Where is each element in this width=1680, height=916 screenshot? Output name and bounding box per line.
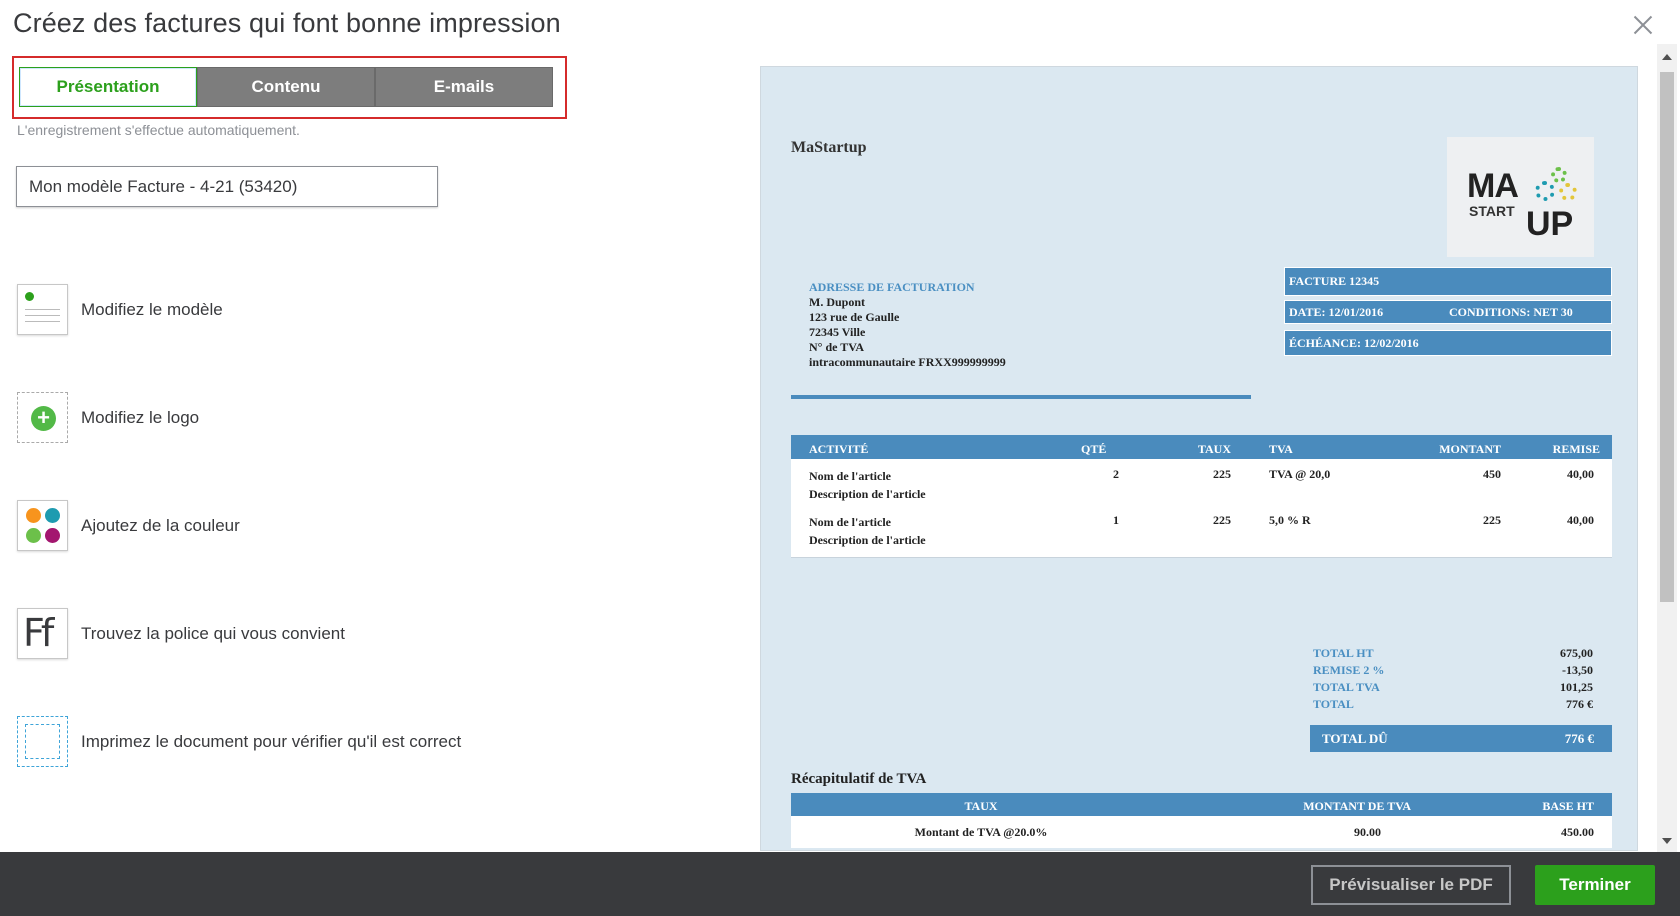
column-header: MONTANT	[1361, 435, 1501, 459]
autosave-note: L'enregistrement s'effectue automatiquem…	[17, 122, 300, 138]
tab-bar: Présentation Contenu E-mails	[19, 67, 553, 107]
gear-icon	[1551, 167, 1567, 183]
item-description: Description de l'article	[809, 533, 926, 547]
column-header: MONTANT DE TVA	[1171, 793, 1411, 816]
billing-heading: ADRESSE DE FACTURATION	[809, 280, 975, 294]
template-icon	[17, 284, 68, 335]
invoice-terms: CONDITIONS: NET 30	[1449, 304, 1573, 319]
table-header-row: ACTIVITÉ QTÉ TAUX TVA MONTANT REMISE	[791, 435, 1612, 459]
column-header: TVA	[1231, 435, 1361, 459]
color-palette-icon	[17, 500, 68, 551]
item-vat: 5,0 % R	[1231, 509, 1361, 558]
billing-vat-number: intracommunautaire FRXX999999999	[809, 355, 1006, 369]
logo-text-ma: MA	[1467, 167, 1519, 205]
total: TOTAL 776 €	[1313, 697, 1593, 711]
add-logo-icon: +	[17, 392, 68, 443]
billing-vat-label: N° de TVA	[809, 340, 865, 354]
preview-scrollbar[interactable]	[1657, 44, 1677, 852]
table-row: Montant de TVA @20.0% 90.00 450.00	[791, 816, 1612, 848]
column-header: BASE HT	[1411, 793, 1612, 816]
print-check-icon	[17, 716, 68, 767]
scroll-thumb[interactable]	[1660, 72, 1674, 602]
invoice-number-bar: FACTURE 12345	[1284, 267, 1612, 296]
logo-text-up: UP	[1526, 205, 1574, 243]
vat-recap-title: Récapitulatif de TVA	[791, 771, 927, 787]
font-icon-glyph: Ff	[23, 611, 54, 655]
done-button[interactable]: Terminer	[1535, 865, 1655, 905]
option-label: Imprimez le document pour vérifier qu'il…	[81, 731, 462, 751]
invoice-date-bar: DATE: 12/01/2016 CONDITIONS: NET 30	[1284, 300, 1612, 324]
table-row: Nom de l'article Description de l'articl…	[791, 459, 1612, 509]
option-label: Modifiez le logo	[81, 407, 200, 427]
invoice-due-date: ÉCHÉANCE: 12/02/2016	[1289, 335, 1419, 350]
column-header: TAUX	[791, 793, 1171, 816]
option-add-color[interactable]: Ajoutez de la couleur	[17, 500, 240, 551]
tabs-highlight-box: Présentation Contenu E-mails	[12, 56, 567, 119]
total-due-value: 776 €	[1564, 730, 1594, 746]
logo-text-start: START	[1469, 203, 1515, 219]
billing-address: ADRESSE DE FACTURATION M. Dupont 123 rue…	[809, 280, 1006, 370]
table-header-row: TAUX MONTANT DE TVA BASE HT	[791, 793, 1612, 816]
billing-name: M. Dupont	[809, 295, 866, 309]
font-icon: Ff	[17, 608, 68, 659]
option-edit-template[interactable]: Modifiez le modèle	[17, 284, 223, 335]
billing-street: 123 rue de Gaulle	[809, 310, 900, 324]
item-qty: 2	[1081, 459, 1141, 509]
preview-pdf-button[interactable]: Prévisualiser le PDF	[1311, 865, 1511, 905]
footer-bar: Prévisualiser le PDF Terminer	[0, 852, 1680, 916]
invoice-number: FACTURE 12345	[1289, 274, 1380, 288]
option-label: Trouvez la police qui vous convient	[81, 623, 345, 643]
total-vat: TOTAL TVA 101,25	[1313, 680, 1593, 694]
tab-presentation[interactable]: Présentation	[19, 67, 197, 107]
item-discount: 40,00	[1501, 509, 1612, 558]
item-rate: 225	[1141, 509, 1231, 558]
total-discount: REMISE 2 % -13,50	[1313, 663, 1593, 677]
column-header: REMISE	[1501, 435, 1612, 459]
total-due-bar: TOTAL DÛ 776 €	[1310, 725, 1612, 752]
tab-emails[interactable]: E-mails	[375, 67, 553, 107]
company-logo: MA START UP	[1447, 137, 1594, 257]
invoice-customization-dialog: Créez des factures qui font bonne impres…	[0, 0, 1680, 916]
item-rate: 225	[1141, 459, 1231, 509]
total-ht: TOTAL HT 675,00	[1313, 646, 1593, 660]
item-amount: 225	[1361, 509, 1501, 558]
tab-content[interactable]: Contenu	[197, 67, 375, 107]
column-header: ACTIVITÉ	[791, 435, 1081, 459]
line-items-table: ACTIVITÉ QTÉ TAUX TVA MONTANT REMISE Nom…	[791, 435, 1612, 558]
item-name: Nom de l'article	[809, 469, 891, 483]
vat-recap-table: TAUX MONTANT DE TVA BASE HT Montant de T…	[791, 793, 1612, 848]
divider	[791, 395, 1251, 399]
table-row: Nom de l'article Description de l'articl…	[791, 509, 1612, 558]
item-vat: TVA @ 20,0	[1231, 459, 1361, 509]
option-label: Modifiez le modèle	[81, 299, 223, 319]
vat-amount: 90.00	[1171, 816, 1411, 848]
column-header: QTÉ	[1081, 435, 1141, 459]
page-title: Créez des factures qui font bonne impres…	[13, 8, 561, 38]
company-name: MaStartup	[791, 139, 867, 156]
option-font[interactable]: Ff Trouvez la police qui vous convient	[17, 608, 345, 659]
close-icon[interactable]	[1630, 12, 1656, 38]
invoice-due-bar: ÉCHÉANCE: 12/02/2016	[1284, 330, 1612, 356]
item-discount: 40,00	[1501, 459, 1612, 509]
item-qty: 1	[1081, 509, 1141, 558]
invoice-preview: MaStartup MA START UP ADRESSE DE FACTURA…	[760, 66, 1638, 851]
option-print-check[interactable]: Imprimez le document pour vérifier qu'il…	[17, 716, 461, 767]
column-header: TAUX	[1141, 435, 1231, 459]
scroll-down-icon[interactable]	[1662, 838, 1672, 844]
total-due-label: TOTAL DÛ	[1322, 730, 1388, 746]
template-name-input[interactable]	[16, 166, 438, 207]
billing-city: 72345 Ville	[809, 325, 866, 339]
vat-rate: Montant de TVA @20.0%	[791, 816, 1171, 848]
item-name: Nom de l'article	[809, 515, 891, 529]
option-edit-logo[interactable]: + Modifiez le logo	[17, 392, 199, 443]
item-description: Description de l'article	[809, 487, 926, 501]
item-amount: 450	[1361, 459, 1501, 509]
gear-icon	[1535, 181, 1555, 201]
option-label: Ajoutez de la couleur	[81, 515, 240, 535]
totals-block: TOTAL HT 675,00 REMISE 2 % -13,50 TOTAL TV…	[1313, 645, 1593, 713]
scroll-up-icon[interactable]	[1662, 54, 1672, 60]
invoice-date: DATE: 12/01/2016	[1289, 304, 1384, 319]
vat-base: 450.00	[1411, 816, 1612, 848]
gear-icon	[1559, 183, 1577, 201]
